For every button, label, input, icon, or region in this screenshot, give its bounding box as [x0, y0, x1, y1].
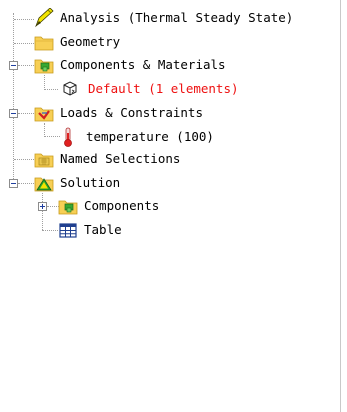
collapse-toggle-components-materials[interactable] — [9, 61, 18, 70]
components-folder-icon — [58, 196, 78, 216]
tree-item-components-materials[interactable]: Components & Materials — [34, 53, 226, 77]
table-icon — [58, 220, 78, 240]
tree-item-default-material[interactable]: Default (1 elements) — [60, 77, 239, 101]
tree-item-label: Solution — [60, 175, 121, 190]
expand-toggle-solution-components[interactable] — [38, 202, 47, 211]
tree-line — [14, 43, 34, 44]
thermometer-icon — [60, 127, 76, 147]
loads-folder-icon — [34, 103, 54, 123]
tree-item-label: Named Selections — [60, 151, 181, 166]
tree-item-label: Components — [84, 198, 160, 213]
tree-item-label: Loads & Constraints — [60, 105, 203, 120]
tree-item-label: Default (1 elements) — [88, 81, 239, 96]
minus-icon — [11, 65, 16, 66]
tree-item-solution[interactable]: Solution — [34, 171, 120, 195]
tree-line — [14, 159, 34, 160]
analysis-pen-icon — [34, 8, 54, 28]
named-selections-icon — [34, 149, 54, 169]
tree-line — [18, 65, 34, 66]
components-folder-icon — [34, 55, 54, 75]
minus-icon — [11, 183, 16, 184]
tree-line — [44, 89, 58, 90]
plus-icon — [40, 204, 45, 209]
tree-line — [14, 19, 34, 20]
tree-line — [44, 136, 60, 137]
tree-item-geometry[interactable]: Geometry — [34, 30, 120, 54]
tree-item-named-selections[interactable]: Named Selections — [34, 147, 180, 171]
tree-item-label: temperature (100) — [86, 129, 214, 144]
tree-line — [18, 183, 34, 184]
collapse-toggle-solution[interactable] — [9, 179, 18, 188]
tree-item-label: Geometry — [60, 34, 121, 49]
tree-line — [13, 13, 14, 187]
collapse-toggle-loads-constraints[interactable] — [9, 109, 18, 118]
tree-item-label: Table — [84, 222, 122, 237]
tree-item-table[interactable]: Table — [58, 218, 122, 242]
tree-item-loads-constraints[interactable]: Loads & Constraints — [34, 101, 203, 125]
tree-line — [44, 123, 45, 137]
solution-icon — [34, 173, 54, 193]
tree-item-label: Components & Materials — [60, 57, 226, 72]
tree-item-temperature[interactable]: temperature (100) — [60, 125, 214, 149]
minus-icon — [11, 113, 16, 114]
model-tree: Analysis (Thermal Steady State) Geometry… — [0, 0, 340, 412]
panel-border — [340, 0, 341, 412]
tree-line — [18, 113, 34, 114]
tree-line — [42, 230, 58, 231]
tree-item-solution-components[interactable]: Components — [58, 194, 159, 218]
tree-item-label: Analysis (Thermal Steady State) — [60, 10, 294, 25]
part-icon — [60, 79, 80, 99]
tree-item-analysis[interactable]: Analysis (Thermal Steady State) — [34, 6, 293, 30]
tree-line — [42, 193, 43, 230]
tree-line — [44, 75, 45, 90]
folder-icon — [34, 32, 54, 52]
